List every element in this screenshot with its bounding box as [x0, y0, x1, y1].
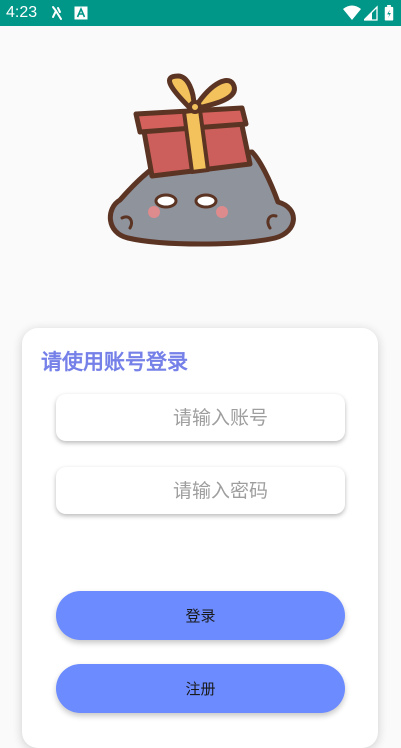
- gift-character-illustration: [108, 73, 296, 247]
- status-time: 4:23: [6, 4, 38, 21]
- password-input[interactable]: [56, 467, 345, 514]
- signal-icon: [364, 5, 378, 21]
- account-input[interactable]: [56, 394, 345, 441]
- status-bar: 4:23: [0, 0, 401, 26]
- notification-bug-icon: [52, 6, 62, 20]
- wifi-icon: [343, 5, 361, 20]
- login-button[interactable]: 登录: [56, 591, 345, 640]
- login-title: 请使用账号登录: [41, 350, 188, 374]
- register-button[interactable]: 注册: [56, 664, 345, 713]
- battery-icon: [384, 5, 394, 21]
- login-card: 请使用账号登录 登录 注册: [22, 328, 378, 748]
- notification-a-icon: [74, 6, 88, 20]
